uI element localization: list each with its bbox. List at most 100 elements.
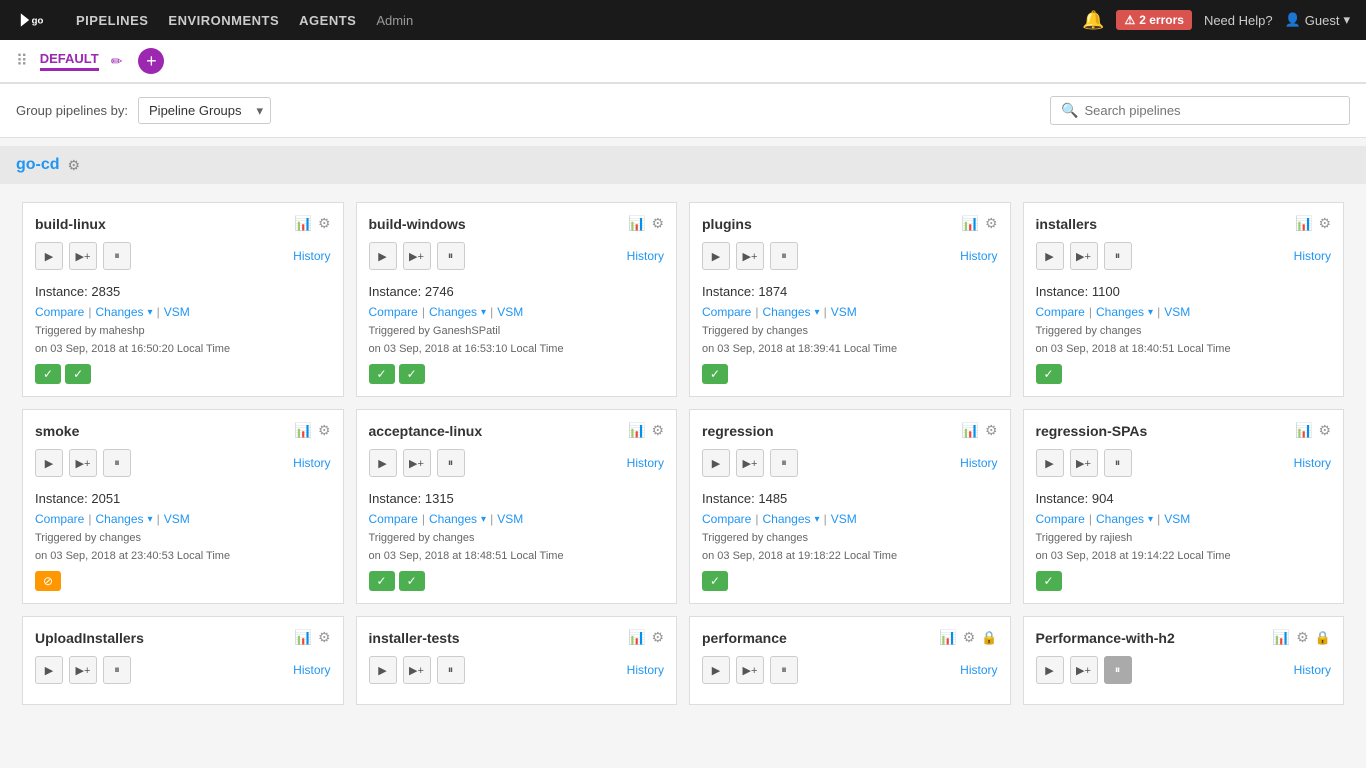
analytics-icon[interactable]: 📊: [1295, 215, 1312, 232]
group-title[interactable]: go-cd: [16, 156, 60, 174]
history-link[interactable]: History: [627, 663, 664, 677]
trigger-with-options-button[interactable]: ▶+: [403, 449, 431, 477]
vsm-link[interactable]: VSM: [164, 512, 190, 526]
trigger-with-options-button[interactable]: ▶+: [1070, 656, 1098, 684]
trigger-with-options-button[interactable]: ▶+: [736, 242, 764, 270]
trigger-button[interactable]: ▶: [369, 242, 397, 270]
pause-button[interactable]: ⏸: [1104, 656, 1132, 684]
vsm-link[interactable]: VSM: [164, 305, 190, 319]
pause-button[interactable]: ⏸: [103, 242, 131, 270]
settings-icon[interactable]: ⚙: [318, 629, 331, 646]
pause-button[interactable]: ⏸: [1104, 449, 1132, 477]
changes-dropdown-icon[interactable]: ▾: [815, 307, 820, 318]
settings-icon[interactable]: ⚙: [1296, 629, 1309, 646]
trigger-with-options-button[interactable]: ▶+: [1070, 449, 1098, 477]
trigger-button[interactable]: ▶: [1036, 656, 1064, 684]
settings-icon[interactable]: ⚙: [1318, 215, 1331, 232]
settings-icon[interactable]: ⚙: [985, 215, 998, 232]
compare-link[interactable]: Compare: [369, 305, 418, 319]
changes-dropdown-icon[interactable]: ▾: [1148, 514, 1153, 525]
settings-icon[interactable]: ⚙: [651, 215, 664, 232]
history-link[interactable]: History: [1294, 249, 1331, 263]
analytics-icon[interactable]: 📊: [962, 215, 979, 232]
changes-link[interactable]: Changes: [95, 512, 143, 526]
analytics-icon[interactable]: 📊: [628, 629, 645, 646]
vsm-link[interactable]: VSM: [831, 512, 857, 526]
changes-link[interactable]: Changes: [1096, 305, 1144, 319]
analytics-icon[interactable]: 📊: [295, 629, 312, 646]
trigger-with-options-button[interactable]: ▶+: [69, 656, 97, 684]
nav-agents[interactable]: AGENTS: [299, 13, 356, 28]
pause-button[interactable]: ⏸: [437, 449, 465, 477]
analytics-icon[interactable]: 📊: [295, 215, 312, 232]
compare-link[interactable]: Compare: [702, 305, 751, 319]
analytics-icon[interactable]: 📊: [628, 215, 645, 232]
pause-button[interactable]: ⏸: [770, 242, 798, 270]
vsm-link[interactable]: VSM: [497, 512, 523, 526]
errors-badge[interactable]: ⚠ 2 errors: [1116, 10, 1191, 30]
need-help-link[interactable]: Need Help?: [1204, 13, 1273, 28]
settings-icon[interactable]: ⚙: [318, 422, 331, 439]
pause-button[interactable]: ⏸: [103, 656, 131, 684]
settings-icon[interactable]: ⚙: [651, 422, 664, 439]
analytics-icon[interactable]: 📊: [962, 422, 979, 439]
trigger-with-options-button[interactable]: ▶+: [736, 656, 764, 684]
history-link[interactable]: History: [293, 456, 330, 470]
trigger-with-options-button[interactable]: ▶+: [1070, 242, 1098, 270]
pause-button[interactable]: ⏸: [770, 449, 798, 477]
trigger-button[interactable]: ▶: [702, 242, 730, 270]
trigger-button[interactable]: ▶: [702, 656, 730, 684]
changes-link[interactable]: Changes: [429, 512, 477, 526]
history-link[interactable]: History: [293, 663, 330, 677]
guest-button[interactable]: 👤 Guest ▾: [1285, 12, 1350, 28]
settings-icon[interactable]: ⚙: [651, 629, 664, 646]
analytics-icon[interactable]: 📊: [1273, 629, 1290, 646]
changes-link[interactable]: Changes: [1096, 512, 1144, 526]
go-logo[interactable]: go: [16, 10, 52, 30]
compare-link[interactable]: Compare: [1036, 512, 1085, 526]
search-input[interactable]: [1084, 103, 1339, 118]
nav-environments[interactable]: ENVIRONMENTS: [168, 13, 279, 28]
trigger-button[interactable]: ▶: [1036, 242, 1064, 270]
settings-icon[interactable]: ⚙: [1318, 422, 1331, 439]
vsm-link[interactable]: VSM: [1164, 305, 1190, 319]
nav-pipelines[interactable]: PIPELINES: [76, 13, 148, 28]
changes-link[interactable]: Changes: [429, 305, 477, 319]
compare-link[interactable]: Compare: [1036, 305, 1085, 319]
trigger-button[interactable]: ▶: [1036, 449, 1064, 477]
tab-edit-icon[interactable]: ✏: [111, 53, 123, 70]
compare-link[interactable]: Compare: [35, 512, 84, 526]
trigger-button[interactable]: ▶: [369, 449, 397, 477]
trigger-with-options-button[interactable]: ▶+: [69, 449, 97, 477]
changes-dropdown-icon[interactable]: ▾: [481, 514, 486, 525]
history-link[interactable]: History: [627, 456, 664, 470]
settings-icon[interactable]: ⚙: [318, 215, 331, 232]
analytics-icon[interactable]: 📊: [1295, 422, 1312, 439]
compare-link[interactable]: Compare: [702, 512, 751, 526]
group-by-select[interactable]: Pipeline Groups: [138, 97, 271, 124]
history-link[interactable]: History: [960, 663, 997, 677]
history-link[interactable]: History: [960, 249, 997, 263]
compare-link[interactable]: Compare: [35, 305, 84, 319]
trigger-button[interactable]: ▶: [702, 449, 730, 477]
history-link[interactable]: History: [960, 456, 997, 470]
history-link[interactable]: History: [627, 249, 664, 263]
trigger-button[interactable]: ▶: [369, 656, 397, 684]
notification-bell-icon[interactable]: 🔔: [1082, 10, 1104, 31]
trigger-button[interactable]: ▶: [35, 242, 63, 270]
trigger-with-options-button[interactable]: ▶+: [403, 242, 431, 270]
pause-button[interactable]: ⏸: [1104, 242, 1132, 270]
group-settings-icon[interactable]: ⚙: [68, 157, 81, 174]
analytics-icon[interactable]: 📊: [628, 422, 645, 439]
changes-dropdown-icon[interactable]: ▾: [1148, 307, 1153, 318]
history-link[interactable]: History: [293, 249, 330, 263]
add-tab-button[interactable]: +: [138, 48, 164, 74]
trigger-with-options-button[interactable]: ▶+: [403, 656, 431, 684]
history-link[interactable]: History: [1294, 456, 1331, 470]
settings-icon[interactable]: ⚙: [985, 422, 998, 439]
changes-dropdown-icon[interactable]: ▾: [148, 307, 153, 318]
pause-button[interactable]: ⏸: [103, 449, 131, 477]
pause-button[interactable]: ⏸: [770, 656, 798, 684]
history-link[interactable]: History: [1294, 663, 1331, 677]
compare-link[interactable]: Compare: [369, 512, 418, 526]
